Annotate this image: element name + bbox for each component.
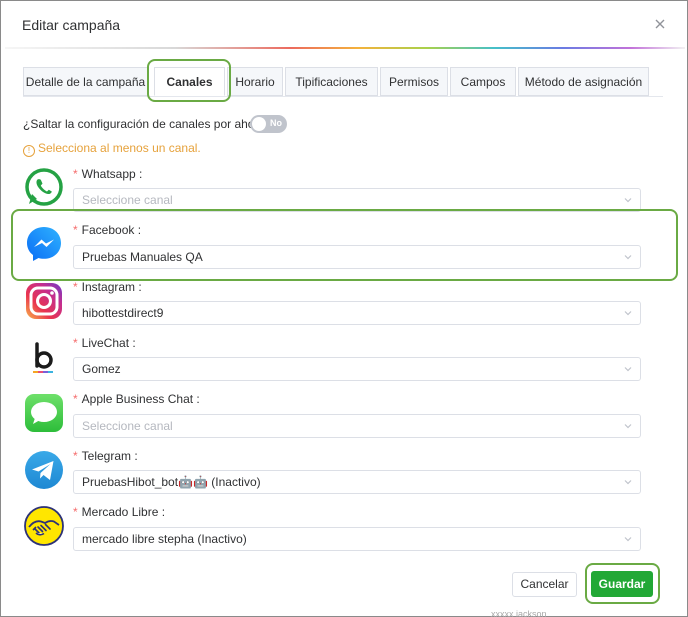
warning-text: Selecciona al menos un canal. <box>38 141 201 155</box>
apple-messages-icon <box>25 394 63 432</box>
select-value: PruebasHibot_bot🤖🤖 (Inactivo) <box>82 475 261 489</box>
instagram-select[interactable]: hibottestdirect9 <box>73 301 641 325</box>
channel-warning: ! Selecciona al menos un canal. <box>23 141 201 157</box>
chevron-down-icon <box>624 311 632 316</box>
select-value: hibottestdirect9 <box>82 306 164 320</box>
tab-label: Detalle de la campaña <box>25 75 146 89</box>
tab-fields[interactable]: Campos <box>450 67 516 96</box>
telegram-icon <box>25 451 63 489</box>
telegram-label: * Telegram : <box>73 449 138 463</box>
tab-label: Método de asignación <box>524 75 643 89</box>
select-value: mercado libre stepha (Inactivo) <box>82 532 247 546</box>
messenger-icon <box>27 227 61 261</box>
chevron-down-icon <box>624 367 632 372</box>
info-circle-icon: ! <box>23 145 35 157</box>
telegram-select[interactable]: PruebasHibot_bot🤖🤖 (Inactivo) <box>73 470 641 494</box>
toggle-knob <box>252 117 266 131</box>
livechat-label: * LiveChat : <box>73 336 136 350</box>
select-value: Pruebas Manuales QA <box>82 250 203 264</box>
tab-campaign-detail[interactable]: Detalle de la campaña <box>23 67 148 96</box>
livechat-select[interactable]: Gomez <box>73 357 641 381</box>
chevron-down-icon <box>624 198 632 203</box>
edit-campaign-dialog: Editar campaña Detalle de la campaña Can… <box>0 0 688 617</box>
cancel-button[interactable]: Cancelar <box>512 572 577 597</box>
tab-permissions[interactable]: Permisos <box>380 67 448 96</box>
select-value: Gomez <box>82 362 121 376</box>
mercado-libre-label: * Mercado Libre : <box>73 505 166 519</box>
tab-label: Campos <box>460 75 506 89</box>
instagram-icon <box>26 283 62 319</box>
whatsapp-select[interactable]: Seleccione canal <box>73 188 641 212</box>
background-partial-text: xxxxx jackson <box>491 609 547 617</box>
skip-toggle[interactable]: No <box>250 115 287 133</box>
chevron-down-icon <box>624 424 632 429</box>
close-icon[interactable] <box>653 17 667 31</box>
mercado-libre-select[interactable]: mercado libre stepha (Inactivo) <box>73 527 641 551</box>
chevron-down-icon <box>624 255 632 260</box>
whatsapp-label: * Whatsapp : <box>73 167 143 181</box>
tab-label: Canales <box>166 75 213 89</box>
skip-question: ¿Saltar la configuración de canales por … <box>23 117 272 131</box>
dialog-title: Editar campaña <box>22 17 121 33</box>
select-value: Seleccione canal <box>82 193 173 207</box>
chevron-down-icon <box>624 537 632 542</box>
tab-channels[interactable]: Canales <box>154 67 225 96</box>
tabs-divider <box>23 96 663 97</box>
facebook-select[interactable]: Pruebas Manuales QA <box>73 245 641 269</box>
chevron-down-icon <box>624 480 632 485</box>
tab-label: Tipificaciones <box>295 75 368 89</box>
apple-business-chat-label: * Apple Business Chat : <box>73 392 200 406</box>
whatsapp-icon <box>25 168 63 206</box>
dialog-header: Editar campaña <box>1 1 687 49</box>
tab-schedule[interactable]: Horario <box>227 67 283 96</box>
tab-label: Permisos <box>388 75 439 89</box>
select-value: Seleccione canal <box>82 419 173 433</box>
mercado-libre-icon <box>24 506 64 546</box>
save-button[interactable]: Guardar <box>591 571 653 597</box>
livechat-icon <box>23 336 65 378</box>
instagram-label: * Instagram : <box>73 280 142 294</box>
toggle-label: No <box>270 118 282 128</box>
tab-typifications[interactable]: Tipificaciones <box>285 67 378 96</box>
header-accent-bar <box>5 47 685 49</box>
tab-assignment-method[interactable]: Método de asignación <box>518 67 649 96</box>
tab-label: Horario <box>235 75 275 89</box>
apple-business-chat-select[interactable]: Seleccione canal <box>73 414 641 438</box>
facebook-label: * Facebook : <box>73 223 142 237</box>
